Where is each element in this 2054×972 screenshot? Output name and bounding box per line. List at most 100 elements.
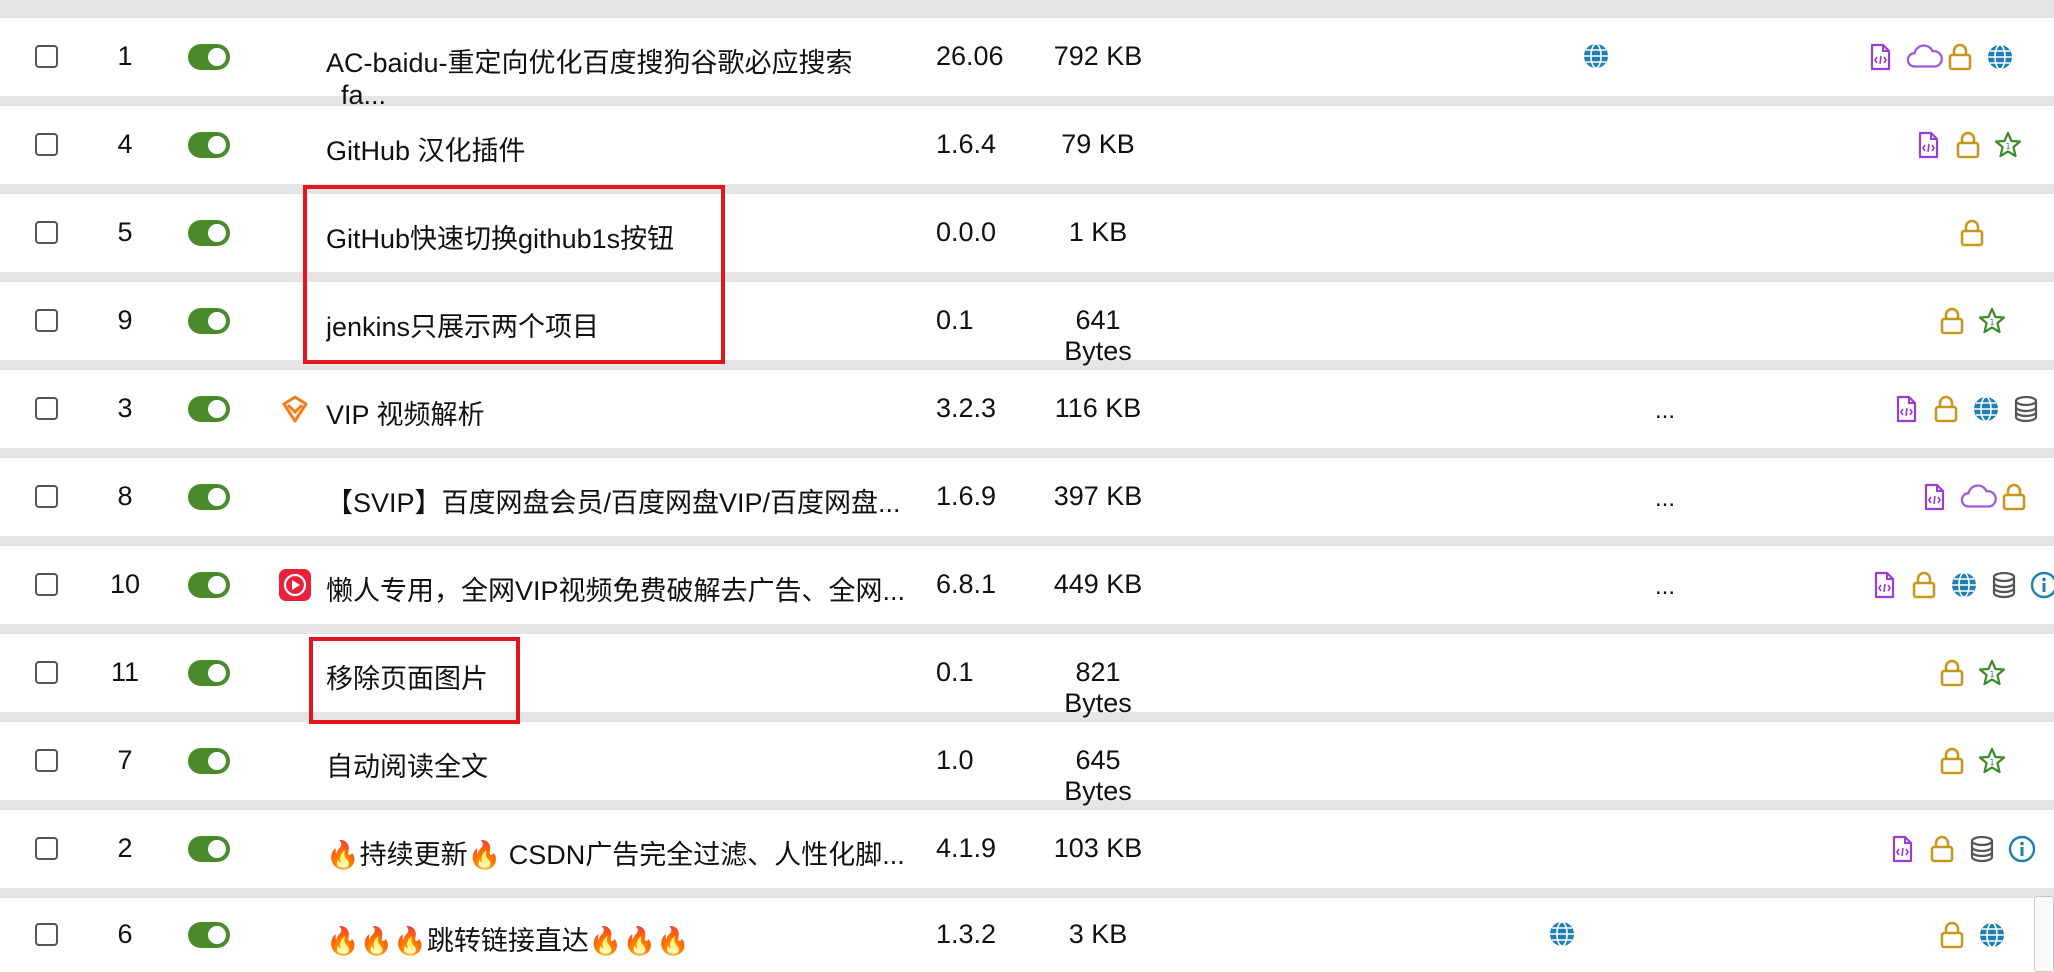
table-row[interactable]: 2 🔥持续更新🔥 CSDN广告完全过滤、人性化脚... 4.1.9 103 KB (0, 810, 2054, 888)
star-icon[interactable]: 1 (1978, 659, 2006, 687)
lock-icon[interactable] (1946, 43, 1974, 71)
lock-icon[interactable] (1938, 747, 1966, 775)
globe-icon[interactable] (1548, 920, 1578, 950)
svg-text:1: 1 (1989, 758, 1994, 767)
lock-icon[interactable] (1954, 131, 1982, 159)
globe-icon[interactable] (1582, 42, 1612, 72)
script-name-link[interactable]: 🔥持续更新🔥 CSDN广告完全过滤、人性化脚... (326, 833, 906, 872)
row-select-checkbox[interactable] (35, 923, 58, 946)
script-name-link[interactable]: 自动阅读全文 (326, 745, 906, 784)
database-icon[interactable] (2012, 395, 2040, 423)
script-name-link[interactable]: 懒人专用，全网VIP视频免费破解去广告、全网... (326, 569, 906, 608)
row-select-checkbox[interactable] (35, 485, 58, 508)
row-select-checkbox[interactable] (35, 573, 58, 596)
script-name-link[interactable]: VIP 视频解析 (326, 393, 906, 432)
row-index: 7 (117, 745, 133, 775)
lock-icon[interactable] (1928, 835, 1956, 863)
enable-toggle[interactable] (188, 572, 230, 598)
script-version: 1.3.2 (936, 919, 997, 949)
script-size: 116 KB (1054, 393, 1142, 423)
code-file-icon[interactable] (1914, 131, 1942, 159)
script-name-link[interactable]: jenkins只展示两个项目 (326, 305, 906, 344)
script-name-link[interactable]: 移除页面图片 (326, 657, 906, 696)
enable-toggle[interactable] (188, 396, 230, 422)
row-index: 6 (117, 919, 133, 949)
script-size: 397 KB (1053, 481, 1143, 511)
database-icon[interactable] (1968, 835, 1996, 863)
table-row[interactable]: 1 AC-baidu-重定向优化百度搜狗谷歌必应搜索_fa... 26.06 792 … (0, 18, 2054, 110)
row-select-checkbox[interactable] (35, 45, 58, 68)
lock-icon[interactable] (2000, 483, 2028, 511)
more-ellipsis[interactable]: ... (1640, 485, 1690, 513)
enable-toggle[interactable] (188, 220, 230, 246)
lock-icon[interactable] (1910, 571, 1938, 599)
more-ellipsis[interactable]: ... (1640, 573, 1690, 601)
enable-toggle[interactable] (188, 308, 230, 334)
script-size: 821 Bytes (1064, 657, 1132, 718)
code-file-icon[interactable] (1920, 483, 1948, 511)
script-name-link[interactable]: 🔥🔥🔥跳转链接直达🔥🔥🔥 (326, 919, 906, 958)
row-select-checkbox[interactable] (35, 133, 58, 156)
enable-toggle[interactable] (188, 44, 230, 70)
lock-icon[interactable] (1938, 659, 1966, 687)
globe-icon[interactable] (1978, 921, 2006, 949)
vip-diamond-icon (278, 392, 312, 426)
enable-toggle[interactable] (188, 660, 230, 686)
star-icon[interactable]: 1 (1978, 307, 2006, 335)
enable-toggle[interactable] (188, 836, 230, 862)
lock-icon[interactable] (1958, 219, 1986, 247)
table-row[interactable]: 11 移除页面图片 0.1 821 Bytes 1 (0, 634, 2054, 718)
row-select-checkbox[interactable] (35, 661, 58, 684)
script-version: 1.6.4 (936, 129, 997, 159)
database-icon[interactable] (1990, 571, 2018, 599)
code-file-icon[interactable] (1888, 835, 1916, 863)
table-row[interactable]: 10 懒人专用，全网VIP视频免费破解去广告、全网... 6.8.1 449 KB..… (0, 546, 2054, 624)
table-row[interactable]: 7 自动阅读全文 1.0 645 Bytes 1 (0, 722, 2054, 806)
script-name-link[interactable]: 【SVIP】百度网盘会员/百度网盘VIP/百度网盘... (326, 481, 906, 520)
script-name-link[interactable]: GitHub 汉化插件 (326, 129, 906, 168)
star-icon[interactable]: 1 (1994, 131, 2022, 159)
row-index: 2 (117, 833, 133, 863)
row-select-checkbox[interactable] (35, 749, 58, 772)
cloud-icon[interactable] (1960, 483, 1997, 511)
table-row[interactable]: 3 VIP 视频解析 3.2.3 116 KB... (0, 370, 2054, 448)
enable-toggle[interactable] (188, 484, 230, 510)
vertical-scrollbar[interactable] (2034, 896, 2054, 972)
star-icon[interactable]: 1 (1978, 747, 2006, 775)
svg-text:1: 1 (1989, 318, 1994, 327)
info-icon[interactable] (2030, 571, 2054, 599)
table-row[interactable]: 9 jenkins只展示两个项目 0.1 641 Bytes 1 (0, 282, 2054, 366)
code-file-icon[interactable] (1892, 395, 1920, 423)
table-row[interactable]: 8 【SVIP】百度网盘会员/百度网盘VIP/百度网盘... 1.6.9 397 KB… (0, 458, 2054, 536)
row-select-checkbox[interactable] (35, 221, 58, 244)
cloud-icon[interactable] (1906, 43, 1943, 71)
row-index: 5 (117, 217, 133, 247)
table-row[interactable]: 4 GitHub 汉化插件 1.6.4 79 KB 1 (0, 106, 2054, 184)
lock-icon[interactable] (1938, 921, 1966, 949)
enable-toggle[interactable] (188, 748, 230, 774)
row-select-checkbox[interactable] (35, 309, 58, 332)
script-size: 792 KB (1053, 41, 1143, 71)
table-row[interactable]: 5 GitHub快速切换github1s按钮 0.0.0 1 KB (0, 194, 2054, 272)
enable-toggle[interactable] (188, 922, 230, 948)
info-icon[interactable] (2008, 835, 2036, 863)
row-index: 10 (109, 569, 141, 599)
code-file-icon[interactable] (1870, 571, 1898, 599)
script-name-link[interactable]: GitHub快速切换github1s按钮 (326, 217, 906, 256)
globe-icon[interactable] (1972, 395, 2000, 423)
row-index: 8 (117, 481, 133, 511)
row-select-checkbox[interactable] (35, 837, 58, 860)
lock-icon[interactable] (1932, 395, 1960, 423)
row-select-checkbox[interactable] (35, 397, 58, 420)
globe-icon[interactable] (1986, 43, 2014, 71)
enable-toggle[interactable] (188, 132, 230, 158)
code-file-icon[interactable] (1866, 43, 1894, 71)
globe-icon[interactable] (1950, 571, 1978, 599)
script-version: 26.06 (936, 41, 1004, 71)
script-name-link[interactable]: AC-baidu-重定向优化百度搜狗谷歌必应搜索_fa... (326, 41, 906, 111)
script-size: 641 Bytes (1064, 305, 1132, 366)
script-size: 103 KB (1053, 833, 1143, 863)
more-ellipsis[interactable]: ... (1640, 397, 1690, 425)
table-row[interactable]: 6 🔥🔥🔥跳转链接直达🔥🔥🔥 1.3.2 3 KB (0, 898, 2054, 972)
lock-icon[interactable] (1938, 307, 1966, 335)
